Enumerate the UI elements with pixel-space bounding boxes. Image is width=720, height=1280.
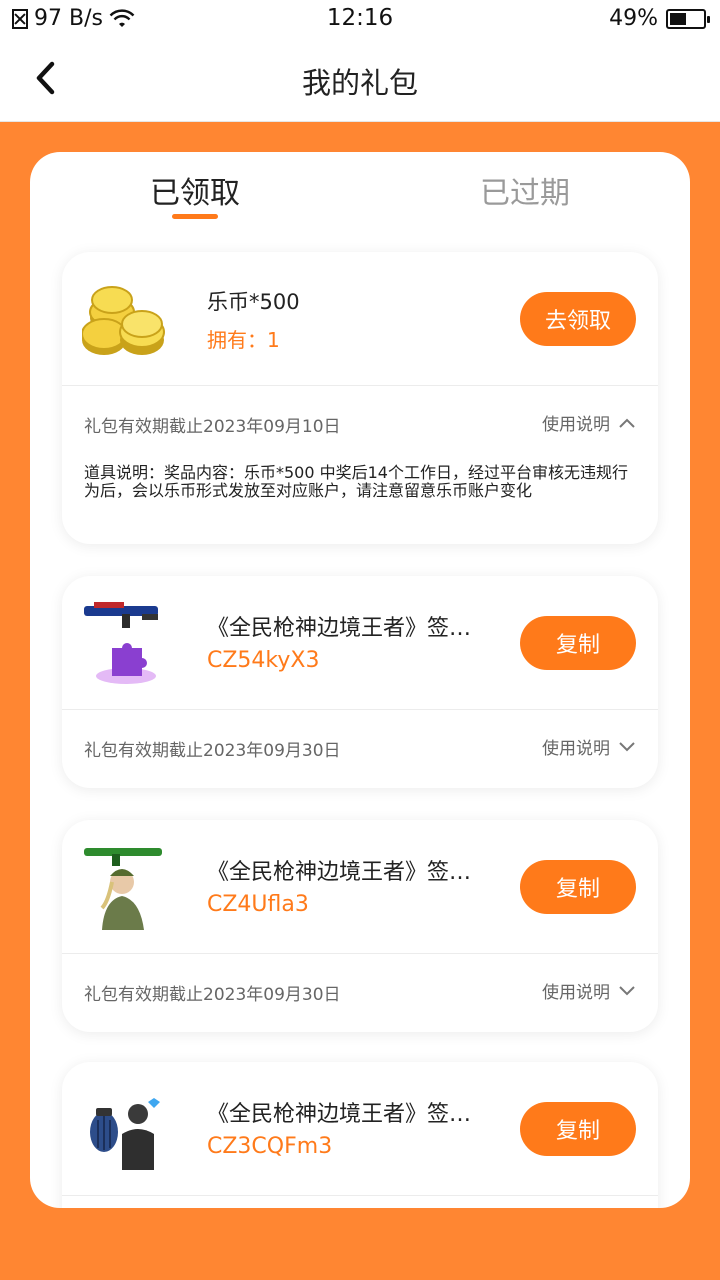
expiry-date: 礼包有效期截止2023年09月10日 [84,417,341,437]
battery-icon [666,8,710,29]
claim-button[interactable]: 去领取 [520,292,636,346]
expiry-date: 礼包有效期截止2023年09月30日 [84,741,341,761]
gift-title: 《全民枪神边境王者》签… [207,616,472,641]
tab-bar: 已领取 已过期 [30,152,690,242]
tab-received[interactable]: 已领取 [150,168,240,212]
chevron-down-icon [619,741,635,751]
gift-code: CZ54kyX3 [207,648,320,673]
gift-panel: 已领取 已过期 乐币*500 拥有：1 去领取 礼包有效期截止2023年09月1… [30,152,690,1208]
coins-icon [82,286,165,355]
gun-puzzle-icon [84,602,158,684]
status-bar: 97 B/s 12:16 49% [0,0,720,38]
chevron-up-icon [619,418,635,428]
gift-title: 《全民枪神边境王者》签… [207,860,472,885]
usage-label: 使用说明 [542,415,610,435]
gift-description: 道具说明：奖品内容：乐币*500 中奖后14个工作日，经过平台审核无违规行为后，… [84,463,628,500]
grenade-vest-icon [90,1098,160,1170]
copy-button[interactable]: 复制 [520,616,636,670]
tab-expired[interactable]: 已过期 [480,168,570,212]
page-title: 我的礼包 [301,66,418,100]
usage-toggle[interactable]: 使用说明 [542,978,636,1003]
expiry-date: 礼包有效期截止2023年09月30日 [84,985,341,1005]
gift-title: 乐币*500 [207,290,300,314]
copy-button[interactable]: 复制 [520,860,636,914]
battery-percent: 49% [609,6,658,31]
usage-toggle[interactable]: 使用说明 [542,410,636,435]
copy-button[interactable]: 复制 [520,1102,636,1156]
battery-level [670,12,686,25]
soldier-rifle-icon [84,848,162,930]
gift-card: 《全民枪神边境王者》签… CZ3CQFm3 复制 [62,1062,658,1208]
gift-title: 《全民枪神边境王者》签… [207,1102,472,1127]
usage-toggle[interactable]: 使用说明 [542,734,636,759]
gift-card: 乐币*500 拥有：1 去领取 礼包有效期截止2023年09月10日 使用说明 … [62,252,658,544]
gift-code: CZ4Ufla3 [207,892,309,917]
gift-card: 《全民枪神边境王者》签… CZ54kyX3 复制 礼包有效期截止2023年09月… [62,576,658,788]
gift-code: CZ3CQFm3 [207,1134,333,1159]
usage-label: 使用说明 [542,983,610,1003]
active-tab-indicator [172,214,218,219]
chevron-down-icon [619,985,635,995]
gift-card: 《全民枪神边境王者》签… CZ4Ufla3 复制 礼包有效期截止2023年09月… [62,820,658,1032]
nav-bar: 我的礼包 [0,38,720,122]
usage-label: 使用说明 [542,739,610,759]
owned-count: 拥有：1 [207,328,280,352]
